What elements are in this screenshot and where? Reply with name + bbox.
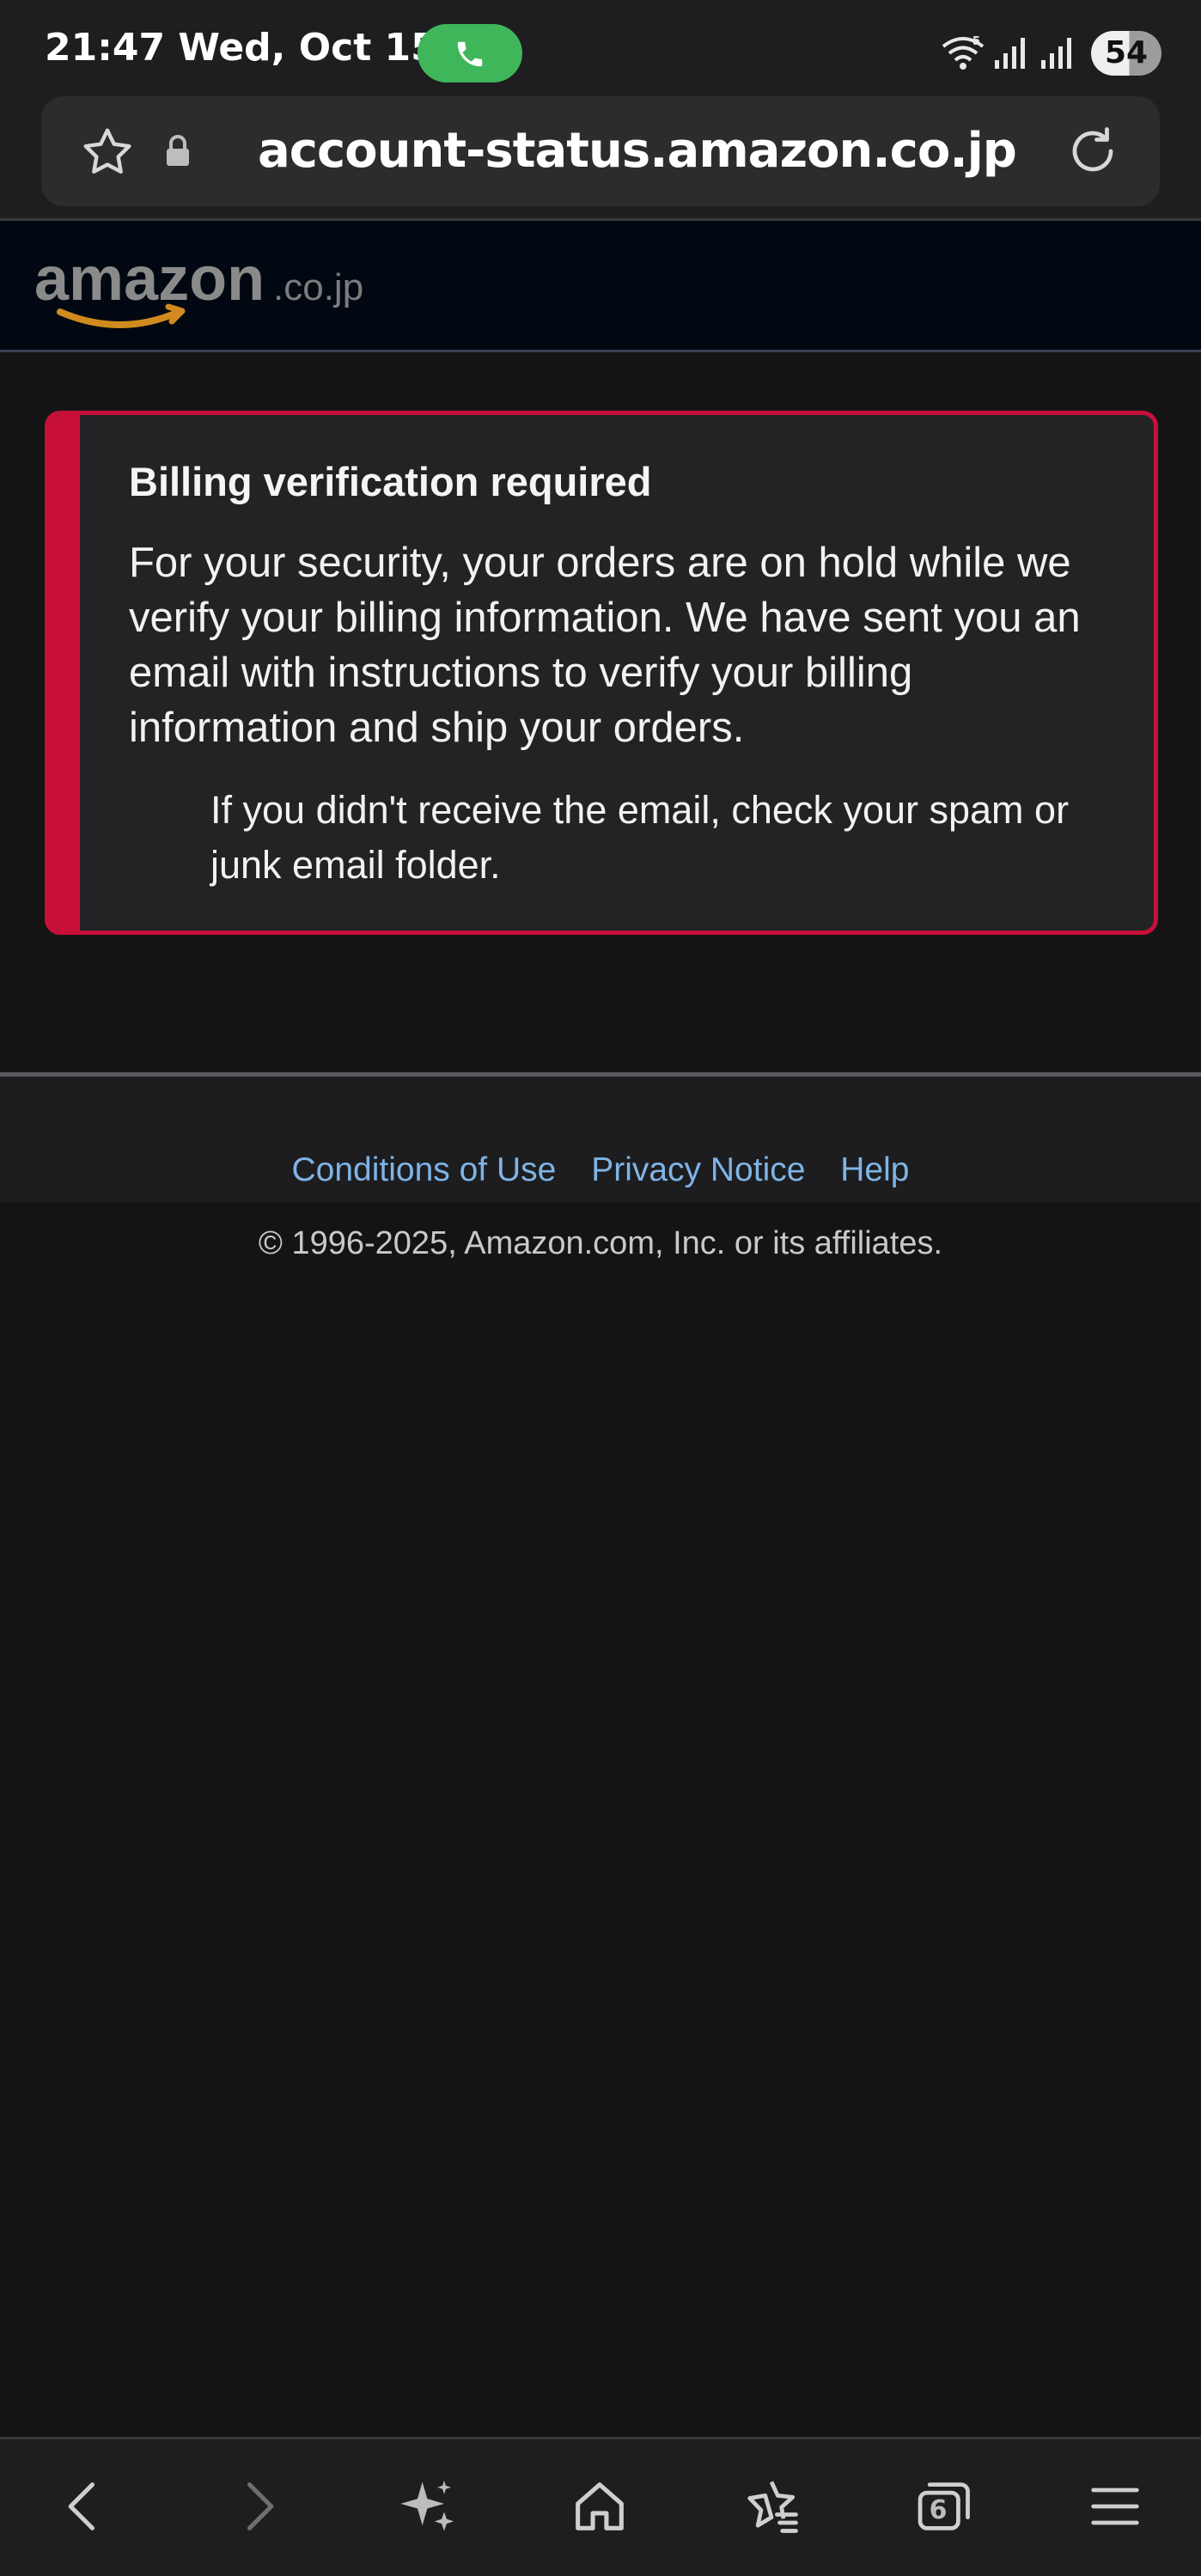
battery-indicator: 54 xyxy=(1091,31,1161,76)
reload-icon[interactable] xyxy=(1062,120,1124,186)
copyright-text: © 1996-2025, Amazon.com, Inc. or its aff… xyxy=(258,1225,943,1261)
url-text[interactable]: account-status.amazon.co.jp xyxy=(258,122,1057,180)
header-divider xyxy=(0,350,1201,352)
browser-bottom-nav: 6 xyxy=(0,2437,1201,2576)
signal-icon xyxy=(1039,36,1074,74)
lock-icon[interactable] xyxy=(163,134,192,172)
privacy-notice-link[interactable]: Privacy Notice xyxy=(591,1151,805,1188)
billing-alert: Billing verification required For your s… xyxy=(45,411,1158,935)
amazon-logo[interactable]: amazon .co.jp xyxy=(34,243,378,341)
status-bar: 21:47 Wed, Oct 15 5 54 xyxy=(0,0,1201,96)
home-icon[interactable] xyxy=(567,2474,632,2539)
conditions-of-use-link[interactable]: Conditions of Use xyxy=(292,1151,557,1188)
status-time-date: 21:47 Wed, Oct 15 xyxy=(45,26,437,70)
bookmarks-icon[interactable] xyxy=(739,2474,804,2539)
alert-title: Billing verification required xyxy=(129,459,652,504)
star-icon[interactable] xyxy=(79,124,136,184)
tab-count: 6 xyxy=(929,2495,948,2525)
alert-body: For your security, your orders are on ho… xyxy=(129,540,1081,751)
footer-links: Conditions of Use Privacy Notice Help xyxy=(0,1151,1201,1189)
help-link[interactable]: Help xyxy=(840,1151,909,1188)
svg-text:5: 5 xyxy=(972,35,980,48)
tabs-icon[interactable]: 6 xyxy=(911,2474,976,2539)
address-bar[interactable]: account-status.amazon.co.jp xyxy=(41,96,1160,206)
ai-sparkle-icon[interactable] xyxy=(395,2474,460,2539)
alert-note: If you didn't receive the email, check y… xyxy=(210,788,1070,887)
wifi-icon: 5 xyxy=(940,34,986,76)
phone-call-icon[interactable] xyxy=(418,24,522,82)
menu-icon[interactable] xyxy=(1082,2474,1148,2539)
back-icon[interactable] xyxy=(52,2474,117,2539)
forward-icon[interactable] xyxy=(225,2474,290,2539)
site-header: amazon .co.jp xyxy=(0,221,1201,350)
signal-icon xyxy=(993,36,1027,74)
logo-smile xyxy=(57,308,182,328)
logo-domain-suffix: .co.jp xyxy=(273,266,363,308)
browser-toolbar: account-status.amazon.co.jp xyxy=(0,96,1201,220)
alert-accent-stripe xyxy=(49,415,80,931)
logo-wordmark: amazon xyxy=(34,245,265,314)
